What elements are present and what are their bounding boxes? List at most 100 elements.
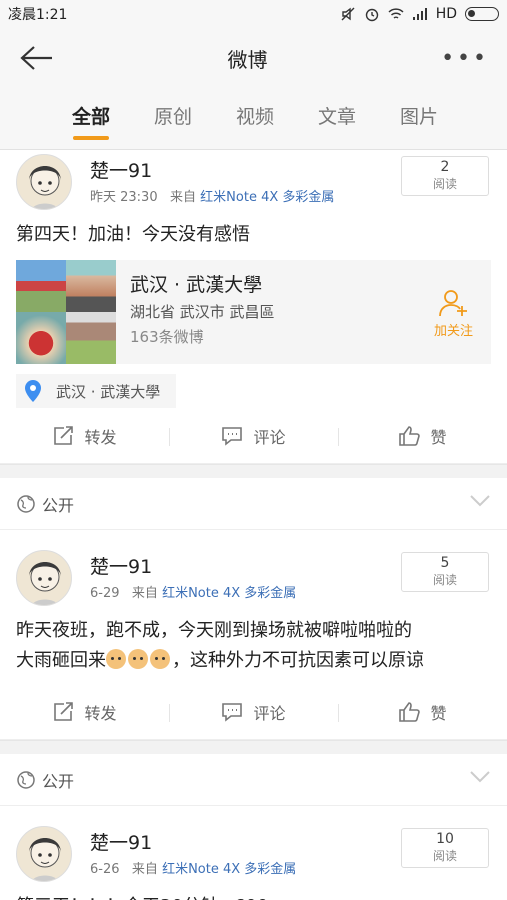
tab-all[interactable]: 全部 (50, 102, 132, 129)
comment-icon (222, 702, 243, 722)
post-card[interactable]: 公开 楚一91 6-29 来自 红米Note 4X 多彩金属 5 阅读 昨天夜班… (0, 478, 507, 740)
post-time: 6-29 (90, 586, 120, 601)
repost-label: 转发 (84, 703, 117, 723)
post-text-line: 昨天夜班，跑不成，今天刚到操场就被噼啦啪啦的 (16, 620, 412, 641)
post-text: 第四天！加油！今天没有感悟 (16, 224, 250, 245)
network-type: HD (435, 6, 457, 22)
privacy-row: 公开 (0, 754, 507, 806)
like-label: 赞 (430, 703, 447, 723)
repost-icon (54, 425, 74, 445)
avatar[interactable] (16, 550, 72, 606)
alarm-icon (365, 8, 378, 22)
cat-emoji-icon (150, 649, 170, 669)
from-label: 来自 (131, 862, 158, 877)
status-time: 凌晨1:21 (8, 7, 68, 23)
section-gap (0, 464, 507, 478)
read-count: 5 (440, 555, 450, 571)
post-header: 楚一91 昨天 23:30 来自 红米Note 4X 多彩金属 2 阅读 (0, 150, 507, 220)
back-arrow-icon[interactable] (18, 44, 54, 72)
post-header: 楚一91 6-29 来自 红米Note 4X 多彩金属 5 阅读 (0, 546, 507, 616)
privacy-row: 公开 (0, 478, 507, 530)
read-label: 阅读 (432, 573, 457, 587)
device-link[interactable]: 红米Note 4X 多彩金属 (162, 862, 296, 877)
read-count: 10 (436, 831, 454, 847)
cat-emoji-icon (128, 649, 148, 669)
chevron-down-icon[interactable] (469, 768, 491, 784)
page-title: 微博 (227, 47, 268, 72)
device-link[interactable]: 红米Note 4X 多彩金属 (200, 190, 334, 205)
post-meta: 昨天 23:30 来自 红米Note 4X 多彩金属 (90, 186, 334, 205)
read-count-box: 5 阅读 (401, 552, 489, 592)
comment-label: 评论 (253, 703, 286, 723)
comment-button[interactable]: 评论 (169, 424, 338, 448)
location-card[interactable]: 武汉 · 武漢大學 湖北省 武汉市 武昌區 163条微博 加关注 (16, 260, 491, 364)
tab-article[interactable]: 文章 (296, 102, 378, 129)
read-count: 2 (440, 159, 450, 175)
filter-tabs: 全部 原创 视频 文章 图片 (0, 88, 507, 150)
repost-button[interactable]: 转发 (0, 424, 169, 448)
location-address: 湖北省 武汉市 武昌區 (130, 303, 275, 321)
post-meta: 6-29 来自 红米Note 4X 多彩金属 (90, 582, 296, 601)
location-tag-label: 武汉 · 武漢大學 (56, 382, 161, 401)
read-label: 阅读 (432, 177, 457, 191)
chevron-down-icon[interactable] (469, 492, 491, 508)
post-text: 第三天！！！今天30分钟+600 (0, 892, 507, 900)
cat-emoji-icon (106, 649, 126, 669)
from-label: 来自 (131, 586, 158, 601)
from-label: 来自 (170, 190, 197, 205)
post-header: 楚一91 6-26 来自 红米Note 4X 多彩金属 10 阅读 (0, 822, 507, 892)
thumbs-up-icon (399, 425, 421, 446)
device-link[interactable]: 红米Note 4X 多彩金属 (162, 586, 296, 601)
privacy-label: 公开 (42, 771, 75, 791)
status-bar: 凌晨1:21 HD (0, 0, 507, 28)
post-text-line: 大雨砸回来 ，这种外力不可抗因素可以原谅 (16, 646, 491, 676)
like-button[interactable]: 赞 (338, 424, 507, 448)
post-text-fragment: ，这种外力不可抗因素可以原谅 (172, 650, 424, 671)
location-image (16, 260, 116, 364)
section-gap (0, 740, 507, 754)
read-label: 阅读 (432, 849, 457, 863)
thumbs-up-icon (399, 701, 421, 722)
user-name[interactable]: 楚一91 (90, 552, 152, 579)
tab-video[interactable]: 视频 (214, 102, 296, 129)
tab-image[interactable]: 图片 (378, 102, 460, 129)
post-actions: 转发 评论 赞 (0, 684, 507, 740)
user-name[interactable]: 楚一91 (90, 828, 152, 855)
user-name[interactable]: 楚一91 (90, 156, 152, 183)
post-card[interactable]: 公开 楚一91 6-26 来自 红米Note 4X 多彩金属 10 阅读 第三天… (0, 754, 507, 900)
globe-icon (17, 494, 35, 513)
repost-icon (54, 701, 74, 721)
post-time: 6-26 (90, 862, 120, 877)
follow-label: 加关注 (433, 324, 473, 339)
status-icons: HD (340, 6, 499, 22)
post-text-fragment: 大雨砸回来 (16, 650, 106, 671)
location-pin-icon (25, 380, 41, 402)
follow-button[interactable]: 加关注 (434, 288, 473, 339)
post-card[interactable]: 楚一91 昨天 23:30 来自 红米Note 4X 多彩金属 2 阅读 第四天… (0, 150, 507, 464)
mute-icon (341, 7, 355, 21)
post-meta: 6-26 来自 红米Note 4X 多彩金属 (90, 858, 296, 877)
location-tag[interactable]: 武汉 · 武漢大學 (16, 374, 177, 408)
signal-icon (412, 8, 427, 20)
like-label: 赞 (430, 427, 447, 447)
battery-icon (465, 7, 499, 21)
post-actions: 转发 评论 赞 (0, 408, 507, 464)
wifi-icon (388, 8, 404, 19)
comment-label: 评论 (253, 427, 286, 447)
repost-button[interactable]: 转发 (0, 700, 169, 724)
avatar[interactable] (16, 826, 72, 882)
add-user-icon (439, 290, 468, 317)
like-button[interactable]: 赞 (338, 700, 507, 724)
comment-icon (222, 426, 243, 446)
read-count-box: 10 阅读 (401, 828, 489, 868)
post-text: 昨天夜班，跑不成，今天刚到操场就被噼啦啪啦的 大雨砸回来 ，这种外力不可抗因素可以… (0, 616, 507, 676)
post-time: 昨天 23:30 (90, 190, 158, 205)
repost-label: 转发 (84, 427, 117, 447)
read-count-box: 2 阅读 (401, 156, 489, 196)
location-title: 武汉 · 武漢大學 (130, 274, 263, 296)
comment-button[interactable]: 评论 (169, 700, 338, 724)
avatar[interactable] (16, 154, 72, 210)
privacy-label: 公开 (42, 495, 75, 515)
more-options-icon[interactable]: ••• (441, 46, 489, 71)
tab-original[interactable]: 原创 (132, 102, 214, 129)
